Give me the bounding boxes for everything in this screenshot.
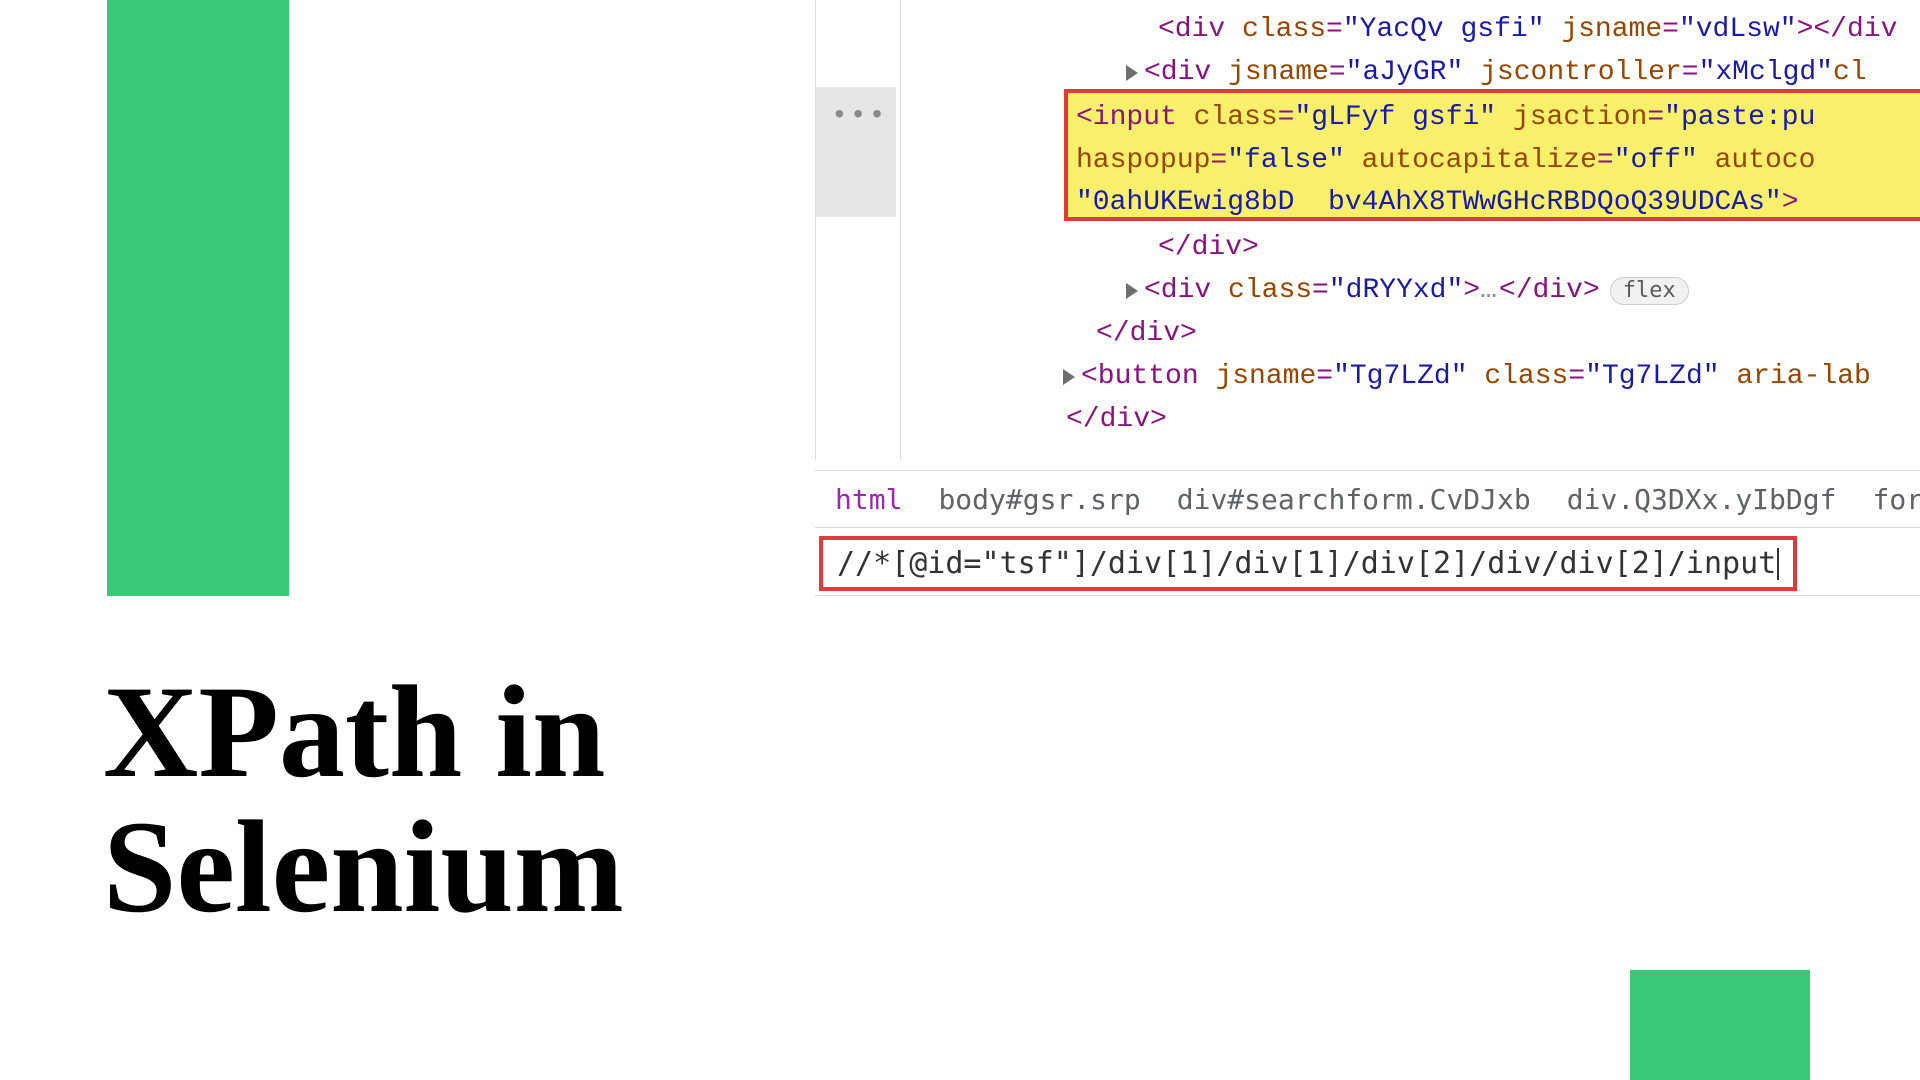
expand-arrow-icon[interactable] <box>1126 283 1138 299</box>
dom-line: </div> <box>908 398 1920 441</box>
title-line-2: Selenium <box>103 800 624 935</box>
crumb-div-q3dxx[interactable]: div.Q3DXx.yIbDgf <box>1567 483 1837 516</box>
dom-panel: ••• <div class="YacQv gsfi" jsname="vdLs… <box>815 0 1920 460</box>
expand-arrow-icon[interactable] <box>1063 369 1075 385</box>
crumb-html[interactable]: html <box>835 483 902 516</box>
dom-line: <div jsname="aJyGR" jscontroller="xMclgd… <box>908 51 1920 94</box>
text-cursor <box>1777 548 1779 580</box>
expand-arrow-icon[interactable] <box>1126 65 1138 81</box>
ellipsis-icon: ••• <box>831 95 887 138</box>
flex-badge[interactable]: flex <box>1610 277 1689 305</box>
dom-line: <div class="dRYYxd">…</div> flex <box>908 269 1920 312</box>
crumb-form-tsf[interactable]: form#tsf. <box>1872 483 1920 516</box>
devtools-search-bar[interactable]: //*[@id="tsf"]/div[1]/div[1]/div[2]/div/… <box>815 532 1920 596</box>
crumb-body[interactable]: body#gsr.srp <box>938 483 1140 516</box>
dom-lines: <div class="YacQv gsfi" jsname="vdLsw" >… <box>908 8 1920 441</box>
crumb-searchform[interactable]: div#searchform.CvDJxb <box>1177 483 1531 516</box>
highlighted-input-element[interactable]: <input class="gLFyf gsfi" jsaction="past… <box>1064 89 1920 221</box>
xpath-text: //*[@id="tsf"]/div[1]/div[1]/div[2]/div/… <box>837 546 1776 581</box>
dom-line: <div class="YacQv gsfi" jsname="vdLsw" >… <box>908 8 1920 51</box>
dom-line: <button jsname="Tg7LZd" class="Tg7LZd" a… <box>908 355 1920 398</box>
dom-line: </div> <box>908 226 1920 269</box>
breadcrumb[interactable]: html body#gsr.srp div#searchform.CvDJxb … <box>815 470 1920 528</box>
title-line-1: XPath in <box>103 665 624 800</box>
gutter <box>816 0 896 460</box>
decorative-green-bottom <box>1630 970 1810 1080</box>
dom-line: </div> <box>908 312 1920 355</box>
devtools-screenshot: ••• <div class="YacQv gsfi" jsname="vdLs… <box>815 0 1920 600</box>
decorative-green-top <box>107 0 289 596</box>
slide-title: XPath in Selenium <box>103 665 624 934</box>
xpath-search-input[interactable]: //*[@id="tsf"]/div[1]/div[1]/div[2]/div/… <box>819 536 1797 591</box>
vertical-divider <box>900 0 901 460</box>
